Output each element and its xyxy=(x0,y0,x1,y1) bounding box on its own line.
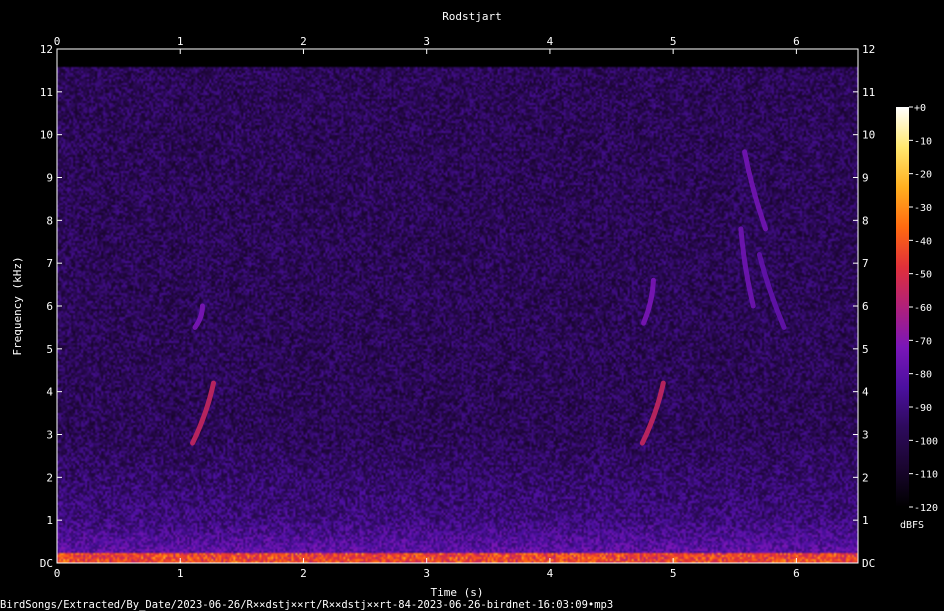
x-tick-label-top-6: 6 xyxy=(793,35,800,48)
y-tick-label-right-5: 5 xyxy=(862,343,869,356)
x-tick-label-top-2: 2 xyxy=(300,35,307,48)
y-tick-label-left-6: 6 xyxy=(46,300,53,313)
colorbar-gradient xyxy=(896,107,909,507)
y-tick-label-right-12: 12 xyxy=(862,43,875,56)
colorbar-tick-label-2: -20 xyxy=(914,170,932,181)
colorbar-tick-label-6: -60 xyxy=(914,303,932,314)
y-tick-label-left-3: 3 xyxy=(46,429,53,442)
x-tick-label-bottom-3: 3 xyxy=(423,567,430,580)
spectrogram-image xyxy=(57,49,858,563)
colorbar-tick-label-3: -30 xyxy=(914,203,932,214)
y-tick-label-left-9: 9 xyxy=(46,172,53,185)
x-tick-label-bottom-0: 0 xyxy=(54,567,61,580)
y-tick-label-right-1: 1 xyxy=(862,514,869,527)
y-tick-label-right-2: 2 xyxy=(862,471,869,484)
y-tick-label-left-1: 1 xyxy=(46,514,53,527)
y-tick-label-left-8: 8 xyxy=(46,214,53,227)
y-tick-label-right-8: 8 xyxy=(862,214,869,227)
y-tick-label-left-12: 12 xyxy=(40,43,53,56)
y-tick-label-left-10: 10 xyxy=(40,129,53,142)
colorbar-tick-label-0: +0 xyxy=(914,103,926,114)
y-tick-label-right-7: 7 xyxy=(862,257,869,270)
colorbar-tick-label-9: -90 xyxy=(914,403,932,414)
y-tick-label-left-11: 11 xyxy=(40,86,53,99)
plot-area xyxy=(57,49,858,563)
x-tick-label-top-3: 3 xyxy=(423,35,430,48)
y-tick-label-right-6: 6 xyxy=(862,300,869,313)
y-tick-label-left-5: 5 xyxy=(46,343,53,356)
y-axis-label: Frequency (kHz) xyxy=(11,256,24,355)
y-tick-label-right-4: 4 xyxy=(862,386,869,399)
y-tick-label-left-7: 7 xyxy=(46,257,53,270)
spectrogram-figure: Rodstjart 00112233445566DC DC1 12 23 34 45 56 6… xyxy=(0,0,944,611)
colorbar-unit-label: dBFS xyxy=(900,520,924,531)
colorbar-tick-label-12: -120 xyxy=(914,503,938,514)
colorbar-tick-label-1: -10 xyxy=(914,136,932,147)
x-tick-label-top-0: 0 xyxy=(54,35,61,48)
x-tick-label-bottom-5: 5 xyxy=(670,567,677,580)
y-tick-label-right-3: 3 xyxy=(862,429,869,442)
colorbar-tick-label-11: -110 xyxy=(914,470,938,481)
colorbar-tick-label-8: -80 xyxy=(914,370,932,381)
colorbar-tick-label-4: -40 xyxy=(914,236,932,247)
colorbar-tick-label-5: -50 xyxy=(914,270,932,281)
y-tick-label-right-11: 11 xyxy=(862,86,875,99)
y-tick-label-right-10: 10 xyxy=(862,129,875,142)
x-tick-label-bottom-1: 1 xyxy=(177,567,184,580)
y-tick-label-left-4: 4 xyxy=(46,386,53,399)
y-tick-label-left-2: 2 xyxy=(46,471,53,484)
x-tick-label-bottom-2: 2 xyxy=(300,567,307,580)
colorbar-tick-label-7: -70 xyxy=(914,336,932,347)
source-filename: BirdSongs/Extracted/By_Date/2023-06-26/R… xyxy=(0,599,613,611)
y-tick-label-right-9: 9 xyxy=(862,172,869,185)
x-axis-label: Time (s) xyxy=(431,586,484,599)
x-tick-label-top-4: 4 xyxy=(547,35,554,48)
colorbar-tick-label-10: -100 xyxy=(914,436,938,447)
x-tick-label-top-1: 1 xyxy=(177,35,184,48)
x-tick-label-bottom-4: 4 xyxy=(547,567,554,580)
x-tick-label-bottom-6: 6 xyxy=(793,567,800,580)
y-tick-label-right-0: DC xyxy=(862,557,875,570)
chart-title: Rodstjart xyxy=(442,10,502,23)
y-tick-label-left-0: DC xyxy=(40,557,53,570)
x-tick-label-top-5: 5 xyxy=(670,35,677,48)
